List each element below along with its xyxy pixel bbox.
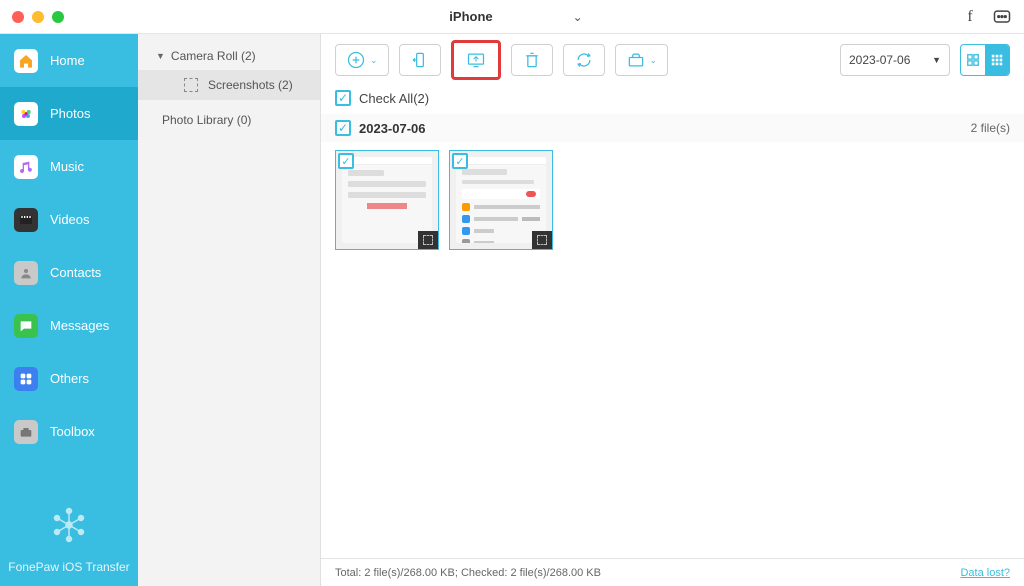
group-date: 2023-07-06	[359, 121, 426, 136]
album-panel: ▼ Camera Roll (2) Screenshots (2) Photo …	[138, 34, 321, 586]
screenshots-icon	[184, 78, 198, 92]
sidebar-label: Messages	[50, 318, 109, 333]
date-value: 2023-07-06	[849, 53, 910, 67]
status-text: Total: 2 file(s)/268.00 KB; Checked: 2 f…	[335, 567, 601, 579]
photos-icon	[14, 102, 38, 126]
others-icon	[14, 367, 38, 391]
group-checkbox[interactable]	[335, 120, 351, 136]
sidebar-item-toolbox[interactable]: Toolbox	[0, 405, 138, 458]
titlebar: iPhone ⌄ f	[0, 0, 1024, 34]
sidebar-item-music[interactable]: Music	[0, 140, 138, 193]
view-toggle	[960, 44, 1010, 76]
export-to-device-button[interactable]	[399, 44, 441, 76]
add-button[interactable]: ⌄	[335, 44, 389, 76]
device-selector[interactable]: iPhone ⌄	[441, 9, 582, 24]
minimize-window[interactable]	[32, 11, 44, 23]
sidebar-item-photos[interactable]: Photos	[0, 87, 138, 140]
app-name: FonePaw iOS Transfer	[0, 560, 138, 574]
screenshot-badge-icon	[418, 231, 438, 249]
date-filter[interactable]: 2023-07-06 ▼	[840, 44, 950, 76]
sidebar-label: Photos	[50, 106, 90, 121]
app-logo-icon	[49, 505, 89, 545]
screenshot-badge-icon	[532, 231, 552, 249]
thumbnail-checkbox[interactable]	[452, 153, 468, 169]
album-label: Camera Roll (2)	[171, 49, 256, 63]
disclosure-triangle-icon: ▼	[156, 51, 165, 61]
thumbnail-grid	[321, 142, 1024, 258]
thumbnail-checkbox[interactable]	[338, 153, 354, 169]
album-screenshots[interactable]: Screenshots (2)	[138, 70, 320, 100]
check-all-label: Check All(2)	[359, 91, 429, 106]
toolbox-button[interactable]: ⌄	[615, 44, 669, 76]
home-icon	[14, 49, 38, 73]
sidebar-item-contacts[interactable]: Contacts	[0, 246, 138, 299]
window-controls	[12, 11, 64, 23]
videos-icon	[14, 208, 38, 232]
sidebar-item-others[interactable]: Others	[0, 352, 138, 405]
device-name: iPhone	[449, 9, 492, 24]
sidebar-label: Videos	[50, 212, 90, 227]
toolbox-icon	[14, 420, 38, 444]
sidebar: Home Photos Music Videos Contacts	[0, 34, 138, 586]
view-large-grid[interactable]	[961, 45, 985, 75]
check-all-checkbox[interactable]	[335, 90, 351, 106]
chevron-down-icon: ⌄	[650, 55, 658, 66]
toolbar: ⌄ ⌄ 2023-07-06 ▼	[321, 34, 1024, 86]
album-camera-roll[interactable]: ▼ Camera Roll (2)	[138, 42, 320, 70]
photo-thumbnail[interactable]	[335, 150, 439, 250]
feedback-icon[interactable]	[992, 7, 1012, 27]
sidebar-item-messages[interactable]: Messages	[0, 299, 138, 352]
delete-button[interactable]	[511, 44, 553, 76]
check-all[interactable]: Check All(2)	[321, 86, 1024, 114]
chevron-down-icon: ⌄	[573, 10, 583, 24]
view-small-grid[interactable]	[985, 45, 1009, 75]
contacts-icon	[14, 261, 38, 285]
music-icon	[14, 155, 38, 179]
export-to-pc-button[interactable]	[451, 40, 501, 80]
photo-thumbnail[interactable]	[449, 150, 553, 250]
close-window[interactable]	[12, 11, 24, 23]
sidebar-label: Toolbox	[50, 424, 95, 439]
group-count: 2 file(s)	[971, 121, 1010, 135]
sidebar-label: Music	[50, 159, 84, 174]
status-bar: Total: 2 file(s)/268.00 KB; Checked: 2 f…	[321, 558, 1024, 586]
date-group-header: 2023-07-06 2 file(s)	[321, 114, 1024, 142]
chevron-down-icon: ⌄	[370, 55, 378, 66]
album-label: Screenshots (2)	[208, 78, 293, 92]
messages-icon	[14, 314, 38, 338]
sidebar-item-videos[interactable]: Videos	[0, 193, 138, 246]
sidebar-footer: FonePaw iOS Transfer	[0, 505, 138, 586]
sidebar-label: Home	[50, 53, 85, 68]
album-photo-library[interactable]: Photo Library (0)	[138, 106, 320, 134]
content-area: ⌄ ⌄ 2023-07-06 ▼	[321, 34, 1024, 586]
sidebar-label: Contacts	[50, 265, 101, 280]
sidebar-label: Others	[50, 371, 89, 386]
facebook-icon[interactable]: f	[960, 7, 980, 27]
sidebar-item-home[interactable]: Home	[0, 34, 138, 87]
album-label: Photo Library (0)	[162, 113, 251, 127]
data-lost-link[interactable]: Data lost?	[960, 567, 1010, 579]
maximize-window[interactable]	[52, 11, 64, 23]
refresh-button[interactable]	[563, 44, 605, 76]
chevron-down-icon: ▼	[932, 55, 941, 65]
